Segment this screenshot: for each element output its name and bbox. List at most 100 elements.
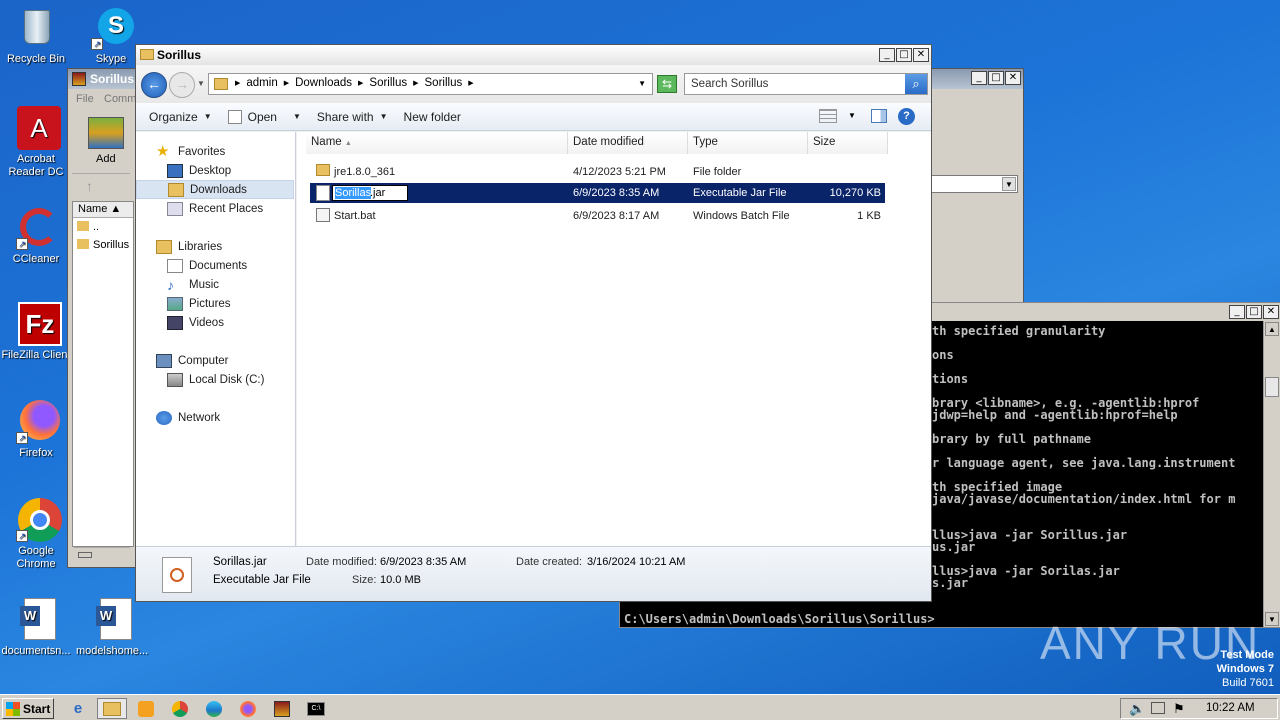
details-size-label: Size: (352, 574, 377, 586)
address-bar[interactable]: ▶ admin ▶ Downloads ▶ Sorillus ▶ Sorillus ▶ … (208, 73, 653, 95)
desktop-icon-firefox[interactable]: ↗ Firefox (0, 400, 72, 460)
column-header-name[interactable]: Name ▲ (306, 132, 568, 154)
desktop-icon-chrome[interactable]: ↗ Google Chrome (0, 498, 72, 571)
console-line: tions (932, 372, 969, 386)
back-button[interactable]: ← (141, 72, 167, 98)
path-dropdown[interactable]: ▼ (928, 175, 1018, 193)
search-box[interactable]: Search Sorillus ⌕ (684, 73, 928, 95)
add-button-label[interactable]: Add (96, 153, 116, 165)
column-header-name[interactable]: Name ▲ (73, 202, 133, 218)
maximize-button[interactable]: □ (896, 48, 912, 62)
view-options-icon[interactable] (819, 109, 837, 123)
breadcrumb-admin[interactable]: admin (246, 77, 277, 89)
nav-network[interactable]: Network (136, 408, 294, 427)
jar-file-icon (316, 185, 330, 201)
nav-pictures[interactable]: Pictures (136, 294, 294, 313)
start-button[interactable]: Start (2, 698, 54, 719)
desktop-icon-filezilla[interactable]: Fz FileZilla Client (0, 302, 72, 362)
column-header-size[interactable]: Size (808, 132, 888, 154)
search-icon[interactable]: ⌕ (905, 74, 927, 94)
organize-button[interactable]: Organize ▼ (136, 103, 220, 130)
console-output: th specified granularity ons tions brary… (932, 325, 1235, 589)
new-folder-button[interactable]: New folder (396, 103, 469, 130)
test-mode-line: Test Mode (1220, 649, 1274, 661)
taskbar-chrome[interactable] (165, 698, 195, 719)
recent-pages-dropdown[interactable]: ▼ (197, 79, 205, 88)
scroll-down-button[interactable]: ▼ (1265, 612, 1279, 626)
minimize-button[interactable]: _ (879, 48, 895, 62)
file-row[interactable]: Start.bat 6/9/2023 8:17 AM Windows Batch… (310, 206, 885, 226)
nav-music[interactable]: ♪ Music (136, 275, 294, 294)
menu-commands[interactable]: Comm (104, 93, 136, 105)
nav-favorites[interactable]: ★ Favorites (136, 142, 294, 161)
console-line: llus>java -jar Sorillus.jar (932, 528, 1128, 542)
desktop-icon-document-1[interactable]: W documentsn... (0, 598, 72, 658)
refresh-icon[interactable]: ⇆ (657, 75, 677, 93)
file-row-selected[interactable]: Sorillas .jar 6/9/2023 8:35 AM Executabl… (310, 183, 885, 203)
console-line: ons (932, 348, 954, 362)
list-item[interactable]: Sorillus (77, 239, 129, 251)
nav-videos[interactable]: Videos (136, 313, 294, 332)
desktop-icon-ccleaner[interactable]: ↗ CCleaner (0, 206, 72, 266)
nav-desktop[interactable]: Desktop (136, 161, 294, 180)
taskbar-winrar[interactable] (267, 698, 297, 719)
close-button[interactable]: ✕ (1263, 305, 1279, 319)
close-button[interactable]: ✕ (913, 48, 929, 62)
view-dropdown[interactable]: ▼ (848, 111, 856, 120)
taskbar-firefox[interactable] (233, 698, 263, 719)
up-arrow-icon[interactable]: ↑ (72, 173, 130, 197)
nav-local-disk[interactable]: Local Disk (C:) (136, 370, 294, 389)
console-scrollbar[interactable]: ▲ ▼ (1263, 321, 1280, 627)
recycle-bin-icon (16, 6, 56, 50)
taskbar-ie[interactable]: e (63, 698, 93, 719)
minimize-button[interactable]: _ (1229, 305, 1245, 319)
desktop-icon-document-2[interactable]: W modelshome... (76, 598, 148, 658)
breadcrumb-sorillus-current[interactable]: Sorillus (425, 77, 463, 89)
winrar-file-list[interactable]: Name ▲ .. Sorillus (72, 201, 134, 547)
preview-pane-icon[interactable] (871, 109, 887, 123)
volume-icon[interactable]: 🔈 (1129, 701, 1145, 717)
network-tray-icon[interactable] (1151, 702, 1165, 714)
breadcrumb-sorillus[interactable]: Sorillus (369, 77, 407, 89)
nav-computer[interactable]: Computer (136, 351, 294, 370)
minimize-button[interactable]: _ (971, 71, 987, 85)
breadcrumb-downloads[interactable]: Downloads (295, 77, 352, 89)
desktop-icon-recycle-bin[interactable]: Recycle Bin (0, 6, 72, 66)
add-archive-icon[interactable] (88, 117, 124, 149)
file-name: jre1.8.0_361 (334, 166, 396, 178)
close-button[interactable]: ✕ (1005, 71, 1021, 85)
forward-button[interactable]: → (169, 72, 195, 98)
column-header-type[interactable]: Type (688, 132, 808, 154)
desktop-icon-acrobat[interactable]: A Acrobat Reader DC (0, 106, 72, 179)
folder-icon (140, 49, 154, 60)
desktop-icon-label: Google Chrome (16, 545, 56, 570)
column-header-date[interactable]: Date modified (568, 132, 688, 154)
help-icon[interactable]: ? (898, 108, 915, 125)
scroll-up-button[interactable]: ▲ (1265, 322, 1279, 336)
share-with-button[interactable]: Share with ▼ (309, 103, 396, 130)
taskbar-explorer[interactable] (97, 698, 127, 719)
address-dropdown[interactable]: ▼ (638, 79, 646, 88)
flag-icon[interactable]: ⚑ (1173, 701, 1185, 717)
open-button[interactable]: Open ▼ (220, 103, 309, 130)
taskbar-cmd[interactable]: C:\ (301, 698, 331, 719)
taskbar-media-player[interactable] (131, 698, 161, 719)
console-prompt[interactable]: C:\Users\admin\Downloads\Sorillus\Sorill… (624, 613, 935, 625)
nav-libraries[interactable]: Libraries (136, 237, 294, 256)
clock[interactable]: 10:22 AM (1206, 702, 1255, 714)
taskbar-edge[interactable] (199, 698, 229, 719)
folder-icon (77, 239, 89, 249)
scrollbar-thumb[interactable] (1265, 377, 1279, 397)
maximize-button[interactable]: □ (988, 71, 1004, 85)
nav-downloads[interactable]: Downloads (136, 180, 294, 199)
menu-file[interactable]: File (76, 93, 94, 105)
rename-selection[interactable]: Sorillas (335, 187, 372, 199)
maximize-button[interactable]: □ (1246, 305, 1262, 319)
search-input[interactable]: Search Sorillus (691, 78, 768, 90)
explorer-window[interactable]: Sorillus _ □ ✕ ← → ▼ ▶ admin ▶ Downloads ▶… (135, 44, 932, 602)
list-item[interactable]: .. (77, 221, 99, 233)
nav-recent-places[interactable]: Recent Places (136, 199, 294, 218)
file-date: 6/9/2023 8:35 AM (573, 187, 660, 199)
file-row[interactable]: jre1.8.0_361 4/12/2023 5:21 PM File fold… (310, 162, 885, 182)
nav-documents[interactable]: Documents (136, 256, 294, 275)
